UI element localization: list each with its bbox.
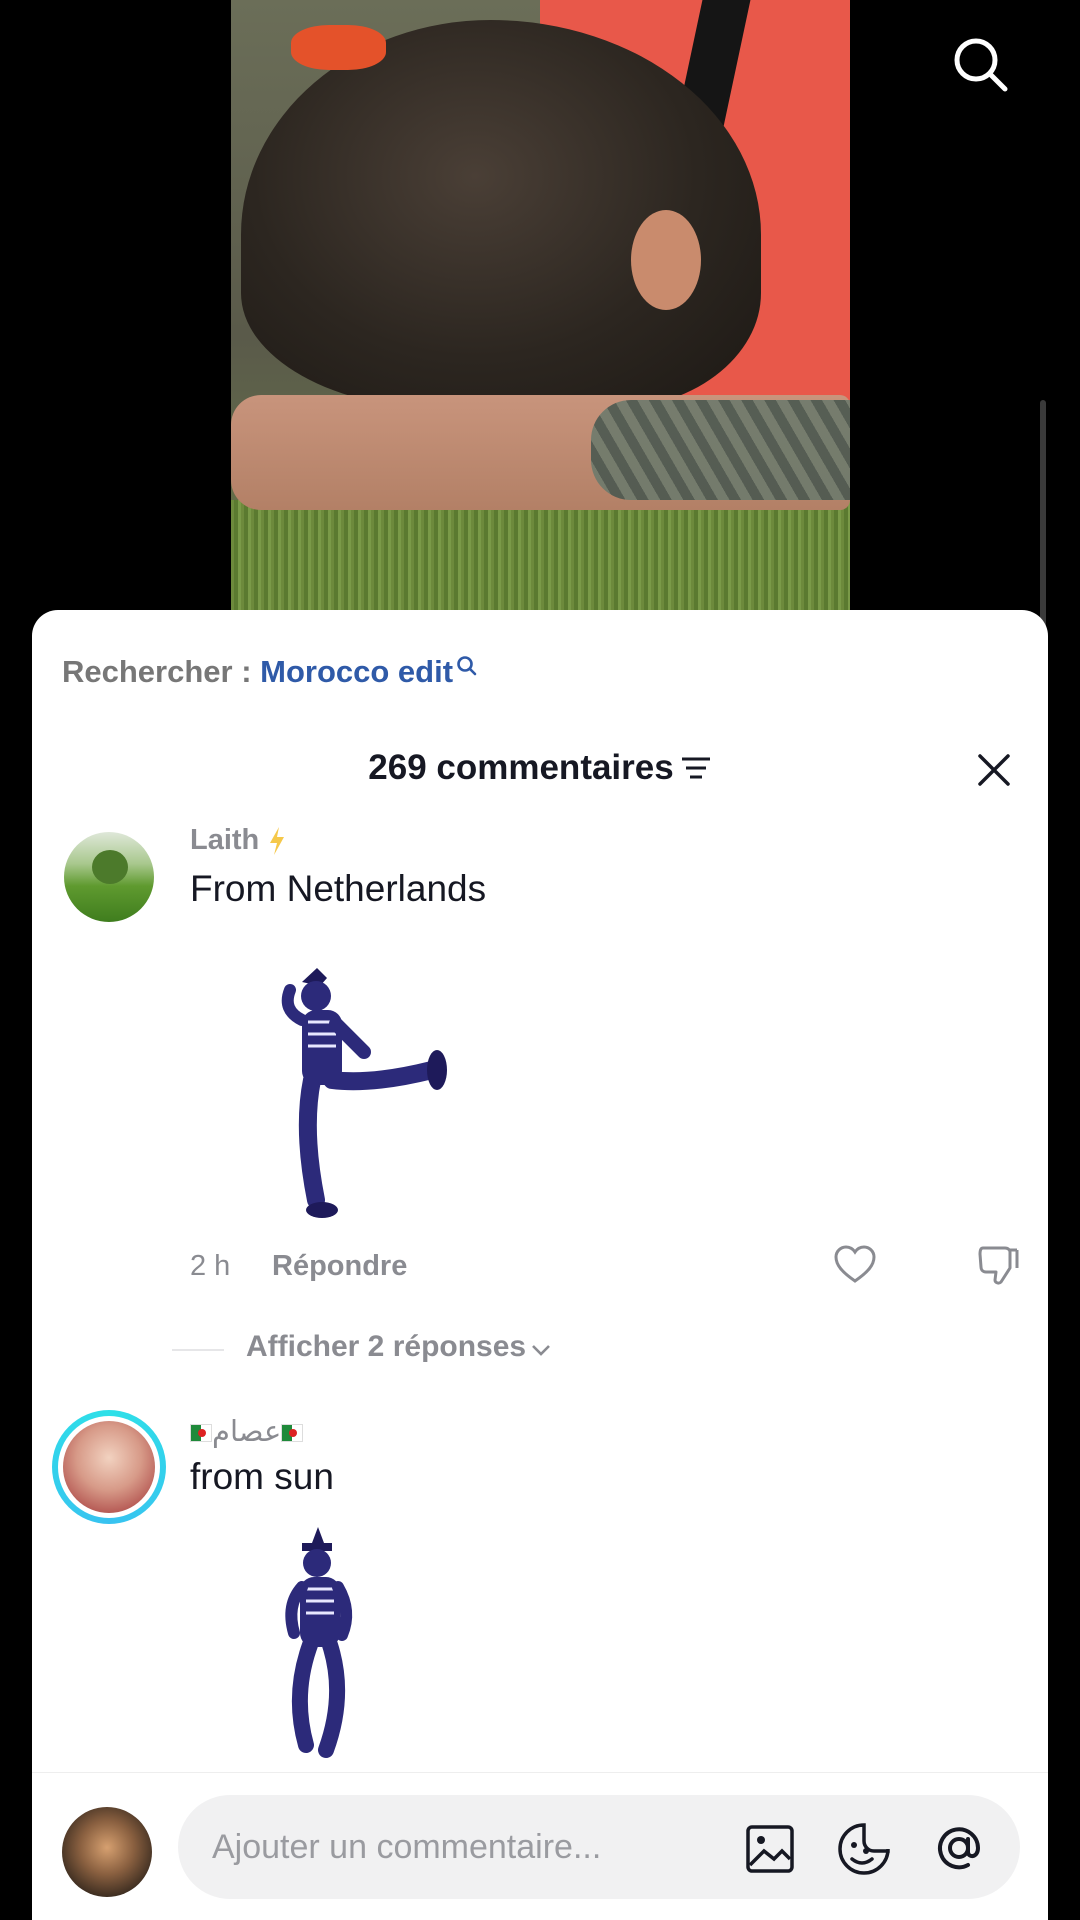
comment-text: From Netherlands — [190, 868, 487, 909]
at-sign-icon — [938, 1827, 981, 1870]
close-icon — [978, 754, 1010, 786]
mention-button[interactable] — [930, 1819, 988, 1877]
filter-icon[interactable] — [680, 750, 712, 790]
comment-username[interactable]: عصام — [190, 1414, 304, 1449]
emoji-icon — [838, 1823, 890, 1875]
screen: Rechercher : Morocco edit 269 commentair… — [0, 0, 1080, 1920]
video-ear — [631, 210, 701, 310]
video-grass — [231, 500, 850, 610]
comments-count: 269 commentaires — [368, 748, 674, 787]
image-icon — [746, 1825, 794, 1873]
search-suggestion[interactable]: Rechercher : Morocco edit — [62, 654, 479, 690]
view-replies-label: Afficher 2 réponses — [246, 1330, 527, 1363]
reply-button[interactable]: Répondre — [272, 1250, 407, 1283]
comment-input[interactable] — [178, 1795, 1020, 1899]
avatar-tree — [92, 850, 128, 884]
video-scrunchie — [291, 25, 386, 70]
heart-icon — [834, 1245, 876, 1283]
search-button[interactable] — [950, 34, 1010, 94]
comment-gif-sticker[interactable] — [272, 960, 462, 1230]
comments-sheet: Rechercher : Morocco edit 269 commentair… — [32, 610, 1048, 1920]
video-tattoo — [591, 400, 850, 500]
lightning-icon — [270, 827, 285, 856]
like-button[interactable] — [832, 1242, 878, 1288]
view-replies-button[interactable]: Afficher 2 réponses — [246, 1330, 552, 1365]
thumbs-down-icon — [978, 1246, 1019, 1285]
avatar — [63, 1421, 155, 1513]
username-text: عصام — [212, 1416, 282, 1448]
emoji-button[interactable] — [836, 1821, 892, 1877]
flag-icon — [190, 1424, 212, 1443]
video-player[interactable] — [231, 0, 850, 610]
dancing-skeleton-icon — [285, 1527, 353, 1758]
divider — [172, 1349, 224, 1351]
comment-username[interactable]: Laith — [190, 824, 287, 857]
image-button[interactable] — [744, 1823, 796, 1875]
avatar[interactable] — [64, 832, 154, 922]
close-button[interactable] — [972, 748, 1016, 792]
search-icon — [954, 38, 1008, 92]
flag-icon — [281, 1424, 304, 1443]
chevron-down-icon — [530, 1331, 552, 1365]
search-small-icon — [455, 650, 479, 686]
dislike-button[interactable] — [975, 1242, 1021, 1288]
comment-gif-sticker[interactable] — [272, 1525, 452, 1795]
username-text: Laith — [190, 824, 260, 856]
search-suggestion-prefix: Rechercher : — [62, 654, 261, 689]
comment-text: from sun — [190, 1456, 334, 1497]
comment-input-bar — [32, 1772, 1048, 1920]
comments-header: 269 commentaires — [32, 748, 1048, 790]
my-avatar — [62, 1807, 152, 1897]
avatar-ring-inner — [58, 1416, 160, 1518]
dancing-skeleton-icon — [281, 968, 447, 1218]
avatar-story-ring[interactable] — [52, 1410, 166, 1524]
search-suggestion-term[interactable]: Morocco edit — [260, 654, 453, 689]
comment-time: 2 h — [190, 1250, 231, 1282]
